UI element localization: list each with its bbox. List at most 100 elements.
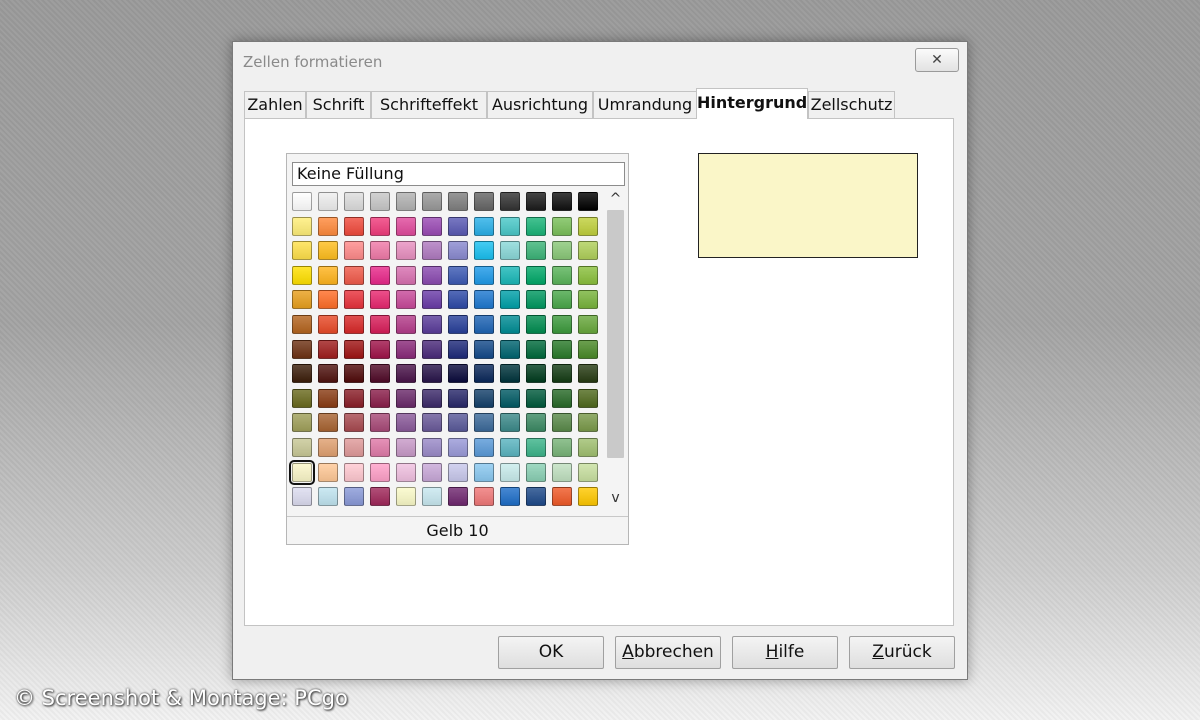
color-swatch[interactable] — [448, 413, 468, 433]
color-swatch[interactable] — [292, 216, 312, 236]
color-swatch[interactable] — [396, 462, 416, 482]
color-swatch[interactable] — [552, 241, 572, 261]
color-swatch[interactable] — [448, 192, 468, 211]
color-swatch[interactable] — [318, 339, 338, 359]
color-swatch[interactable] — [526, 265, 546, 285]
tab-zellschutz[interactable]: Zellschutz — [808, 91, 895, 118]
color-swatch[interactable] — [500, 487, 520, 507]
color-swatch[interactable] — [552, 438, 572, 457]
color-swatch[interactable] — [318, 241, 338, 261]
color-swatch[interactable] — [370, 339, 390, 359]
color-swatch[interactable] — [474, 339, 494, 359]
color-swatch[interactable] — [578, 413, 598, 433]
color-swatch[interactable] — [318, 192, 338, 211]
color-swatch[interactable] — [474, 438, 494, 457]
color-swatch[interactable] — [292, 315, 312, 334]
color-swatch[interactable] — [318, 487, 338, 507]
color-swatch[interactable] — [344, 265, 364, 285]
color-swatch[interactable] — [448, 438, 468, 457]
color-swatch[interactable] — [292, 487, 312, 507]
tab-ausrichtung[interactable]: Ausrichtung — [487, 91, 593, 118]
color-swatch[interactable] — [474, 192, 494, 211]
color-swatch[interactable] — [292, 339, 312, 359]
color-swatch[interactable] — [526, 339, 546, 359]
color-swatch[interactable] — [526, 413, 546, 433]
color-swatch[interactable] — [578, 364, 598, 384]
color-swatch[interactable] — [474, 487, 494, 507]
color-swatch[interactable] — [370, 216, 390, 236]
chevron-down-icon[interactable]: v — [605, 489, 626, 507]
color-swatch[interactable] — [370, 192, 390, 211]
color-swatch[interactable] — [422, 265, 442, 285]
color-swatch[interactable] — [292, 241, 312, 261]
color-swatch[interactable] — [474, 462, 494, 482]
color-swatch[interactable] — [526, 364, 546, 384]
color-swatch[interactable] — [292, 388, 312, 408]
color-swatch[interactable] — [344, 216, 364, 236]
color-swatch[interactable] — [526, 216, 546, 236]
color-swatch[interactable] — [370, 487, 390, 507]
close-button[interactable]: ✕ — [915, 48, 959, 72]
color-swatch[interactable] — [578, 339, 598, 359]
color-swatch[interactable] — [578, 241, 598, 261]
color-swatch[interactable] — [552, 339, 572, 359]
color-swatch[interactable] — [552, 290, 572, 310]
color-swatch[interactable] — [370, 265, 390, 285]
color-swatch[interactable] — [500, 364, 520, 384]
color-swatch[interactable] — [448, 364, 468, 384]
color-swatch[interactable] — [552, 315, 572, 334]
color-swatch[interactable] — [370, 364, 390, 384]
color-swatch[interactable] — [396, 192, 416, 211]
color-swatch[interactable] — [578, 216, 598, 236]
color-swatch[interactable] — [318, 216, 338, 236]
color-swatch[interactable] — [344, 438, 364, 457]
color-swatch[interactable] — [370, 315, 390, 334]
color-swatch[interactable] — [422, 364, 442, 384]
back-button[interactable]: Zurück — [849, 636, 955, 669]
color-swatch[interactable] — [448, 388, 468, 408]
color-swatch[interactable] — [422, 216, 442, 236]
color-swatch[interactable] — [318, 315, 338, 334]
color-swatch[interactable] — [578, 265, 598, 285]
palette-scrollbar[interactable]: ^ v — [605, 190, 626, 507]
color-swatch[interactable] — [344, 487, 364, 507]
color-swatch[interactable] — [474, 364, 494, 384]
color-swatch[interactable] — [474, 265, 494, 285]
color-swatch[interactable] — [396, 388, 416, 408]
color-swatch[interactable] — [422, 487, 442, 507]
color-swatch[interactable] — [344, 192, 364, 211]
color-swatch[interactable] — [292, 438, 312, 457]
color-swatch[interactable] — [578, 388, 598, 408]
color-swatch[interactable] — [500, 388, 520, 408]
color-swatch[interactable] — [474, 241, 494, 261]
color-swatch[interactable] — [500, 462, 520, 482]
color-swatch[interactable] — [500, 265, 520, 285]
color-swatch[interactable] — [526, 487, 546, 507]
color-swatch[interactable] — [474, 290, 494, 310]
color-swatch[interactable] — [370, 388, 390, 408]
color-swatch[interactable] — [448, 339, 468, 359]
color-swatch[interactable] — [370, 438, 390, 457]
color-swatch[interactable] — [578, 487, 598, 507]
color-swatch[interactable] — [474, 216, 494, 236]
color-swatch[interactable] — [344, 290, 364, 310]
tab-hintergrund[interactable]: Hintergrund — [696, 88, 808, 119]
color-swatch[interactable] — [318, 462, 338, 482]
color-swatch[interactable] — [578, 290, 598, 310]
color-swatch[interactable] — [578, 438, 598, 457]
color-swatch[interactable] — [292, 413, 312, 433]
color-swatch[interactable] — [396, 315, 416, 334]
color-swatch[interactable] — [474, 413, 494, 433]
title-bar[interactable]: Zellen formatieren ✕ — [233, 42, 967, 80]
color-swatch[interactable] — [292, 265, 312, 285]
color-swatch[interactable] — [526, 290, 546, 310]
color-swatch[interactable] — [500, 339, 520, 359]
color-swatch[interactable] — [422, 192, 442, 211]
color-swatch[interactable] — [526, 462, 546, 482]
tab-umrandung[interactable]: Umrandung — [593, 91, 697, 118]
color-swatch[interactable] — [552, 364, 572, 384]
color-swatch[interactable] — [526, 438, 546, 457]
scrollbar-thumb[interactable] — [607, 210, 624, 458]
color-swatch[interactable] — [448, 265, 468, 285]
color-swatch[interactable] — [344, 315, 364, 334]
